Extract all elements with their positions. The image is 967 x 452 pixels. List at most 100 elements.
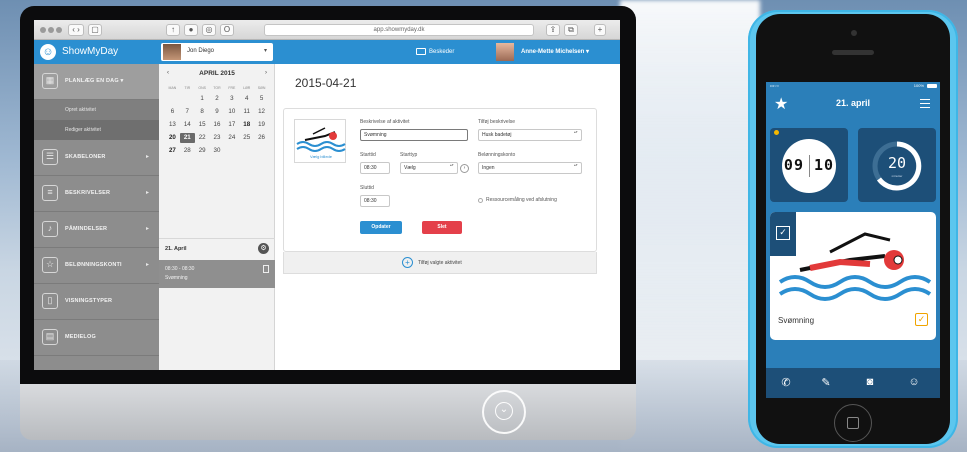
description-input[interactable]: Svømning: [360, 129, 468, 141]
list-icon: ☰: [42, 149, 58, 165]
smiley-icon[interactable]: ☺: [906, 376, 922, 388]
calendar-day[interactable]: 30: [210, 146, 225, 156]
calendar-day[interactable]: 11: [239, 107, 254, 117]
calendar-day[interactable]: 4: [239, 94, 254, 104]
day-event-item[interactable]: 08:30 - 08:30 Svømning: [159, 260, 275, 288]
chevron-right-icon: ▸: [146, 190, 150, 196]
sidebar-item-view-types[interactable]: ▯ VISNINGSTYPER: [34, 284, 159, 320]
sidebar-sub-create-activity[interactable]: Opret aktivitet: [34, 100, 159, 120]
back-button[interactable]: ‹ ›: [68, 24, 84, 36]
gear-icon[interactable]: ⚙: [258, 243, 269, 254]
calendar-day[interactable]: 22: [195, 133, 210, 143]
calendar-day[interactable]: 23: [210, 133, 225, 143]
scroll-down-button[interactable]: ⌄: [482, 390, 526, 434]
phone-speaker: [832, 50, 874, 55]
phone-header: ★ 21. april: [766, 90, 940, 118]
imac-screen: ‹ › ▢ ↑ ● ◎ O app.showmyday.dk ⇪ ⧉ + ☺ S…: [34, 20, 620, 370]
home-button[interactable]: [834, 404, 872, 442]
share-icon[interactable]: ↑: [166, 24, 180, 36]
event-time: 08:30 - 08:30: [165, 266, 195, 272]
menu-icon[interactable]: [920, 99, 930, 108]
checkmark-icon: ✓: [776, 226, 790, 240]
delete-button[interactable]: Slet: [422, 221, 462, 234]
calendar-day[interactable]: 13: [165, 120, 180, 130]
calendar-day[interactable]: 25: [239, 133, 254, 143]
info-icon[interactable]: ›: [460, 164, 469, 173]
extension-icon-3[interactable]: O: [220, 24, 234, 36]
calendar-day[interactable]: 24: [224, 133, 239, 143]
calendar-day[interactable]: 7: [180, 107, 195, 117]
zoom-window-icon[interactable]: [56, 27, 62, 33]
sidebar-item-templates[interactable]: ☰ SKABELONER ▸: [34, 140, 159, 176]
done-tab[interactable]: ✓: [770, 212, 796, 256]
calendar-day[interactable]: 18: [239, 120, 254, 130]
sidebar-item-reward-accounts[interactable]: ☆ BELØNNINGSKONTI ▸: [34, 248, 159, 284]
close-window-icon[interactable]: [40, 27, 46, 33]
calendar-day[interactable]: 9: [210, 107, 225, 117]
account-menu[interactable]: Anne-Mette Michelsen ▾: [496, 43, 614, 61]
timer-unit: minutter: [891, 174, 903, 178]
add-description-select[interactable]: Husk badetøj: [478, 129, 582, 141]
choose-image-link[interactable]: Vælg billede: [295, 154, 347, 159]
battery-icon: [927, 84, 937, 88]
calendar-day[interactable]: 14: [180, 120, 195, 130]
resource-label: Ressourcemåling ved afslutning: [486, 197, 557, 203]
messages-label: Beskeder: [429, 49, 455, 56]
sidebar-toggle-icon[interactable]: ▢: [88, 24, 102, 36]
extension-icon-1[interactable]: ●: [184, 24, 198, 36]
document-icon[interactable]: [263, 265, 269, 273]
calendar-day[interactable]: 6: [165, 107, 180, 117]
calendar-day[interactable]: 26: [254, 133, 269, 143]
start-type-select[interactable]: Vælg: [400, 162, 458, 174]
calendar-day[interactable]: 8: [195, 107, 210, 117]
calendar-day[interactable]: 2: [210, 94, 225, 104]
media-icon: ▤: [42, 329, 58, 345]
calendar-day[interactable]: 19: [254, 120, 269, 130]
calendar-day[interactable]: 21: [179, 133, 195, 143]
pencil-icon[interactable]: ✎: [818, 376, 834, 389]
phone-call-icon[interactable]: ✆: [778, 376, 794, 389]
description-label: Beskrivelse af aktivitet: [360, 119, 410, 125]
update-button[interactable]: Opdater: [360, 221, 402, 234]
calendar-day[interactable]: 17: [224, 120, 239, 130]
weekday-label: ONS: [198, 86, 206, 90]
reward-account-select[interactable]: Ingen: [478, 162, 582, 174]
activity-image[interactable]: Vælg billede: [294, 119, 346, 163]
user-selector[interactable]: Jon Diego ▾: [161, 43, 273, 61]
calendar-icon: ▦: [42, 73, 58, 89]
calendar-day[interactable]: 27: [165, 146, 180, 156]
calendar-day[interactable]: 5: [254, 94, 269, 104]
address-bar[interactable]: app.showmyday.dk: [264, 24, 534, 36]
camera-icon[interactable]: ◙: [862, 376, 878, 388]
activity-card[interactable]: ✓ Svømning ✓: [770, 212, 936, 340]
sidebar-item-label: BELØNNINGSKONTI: [65, 262, 122, 268]
end-time-input[interactable]: 08:30: [360, 195, 390, 207]
sidebar-item-plan-day[interactable]: ▦ PLANLÆG EN DAG ▾: [34, 64, 159, 100]
calendar-day[interactable]: 20: [165, 133, 180, 143]
minimize-window-icon[interactable]: [48, 27, 54, 33]
add-selected-activity-bar[interactable]: + Tilføj valgte aktivitet: [283, 252, 597, 274]
next-month-button[interactable]: ›: [265, 70, 267, 76]
tabs-icon[interactable]: ⧉: [564, 24, 578, 36]
sidebar-sub-edit-activity[interactable]: Rediger aktivitet: [34, 120, 159, 140]
sidebar-item-reminders[interactable]: ♪ PÅMINDELSER ▸: [34, 212, 159, 248]
calendar-day[interactable]: 29: [195, 146, 210, 156]
calendar-day[interactable]: 12: [254, 107, 269, 117]
complete-checkbox[interactable]: ✓: [915, 313, 928, 326]
calendar-day[interactable]: 3: [224, 94, 239, 104]
sidebar-item-label: PÅMINDELSER: [65, 226, 108, 232]
sidebar-item-descriptions[interactable]: ≡ BESKRIVELSER ▸: [34, 176, 159, 212]
sidebar-item-media-log[interactable]: ▤ MEDIELOG: [34, 320, 159, 356]
messages-button[interactable]: Beskeder: [416, 48, 454, 55]
calendar-day[interactable]: 15: [195, 120, 210, 130]
calendar-day[interactable]: 16: [210, 120, 225, 130]
new-tab-icon[interactable]: +: [594, 24, 606, 36]
sidebar-sub-label: Rediger aktivitet: [65, 127, 101, 133]
extension-icon-2[interactable]: ◎: [202, 24, 216, 36]
start-time-input[interactable]: 08:30: [360, 162, 390, 174]
calendar-day[interactable]: 28: [180, 146, 195, 156]
calendar-day[interactable]: 1: [195, 94, 210, 104]
calendar-day[interactable]: 10: [224, 107, 239, 117]
resource-checkbox[interactable]: [478, 198, 483, 203]
share-page-icon[interactable]: ⇪: [546, 24, 560, 36]
